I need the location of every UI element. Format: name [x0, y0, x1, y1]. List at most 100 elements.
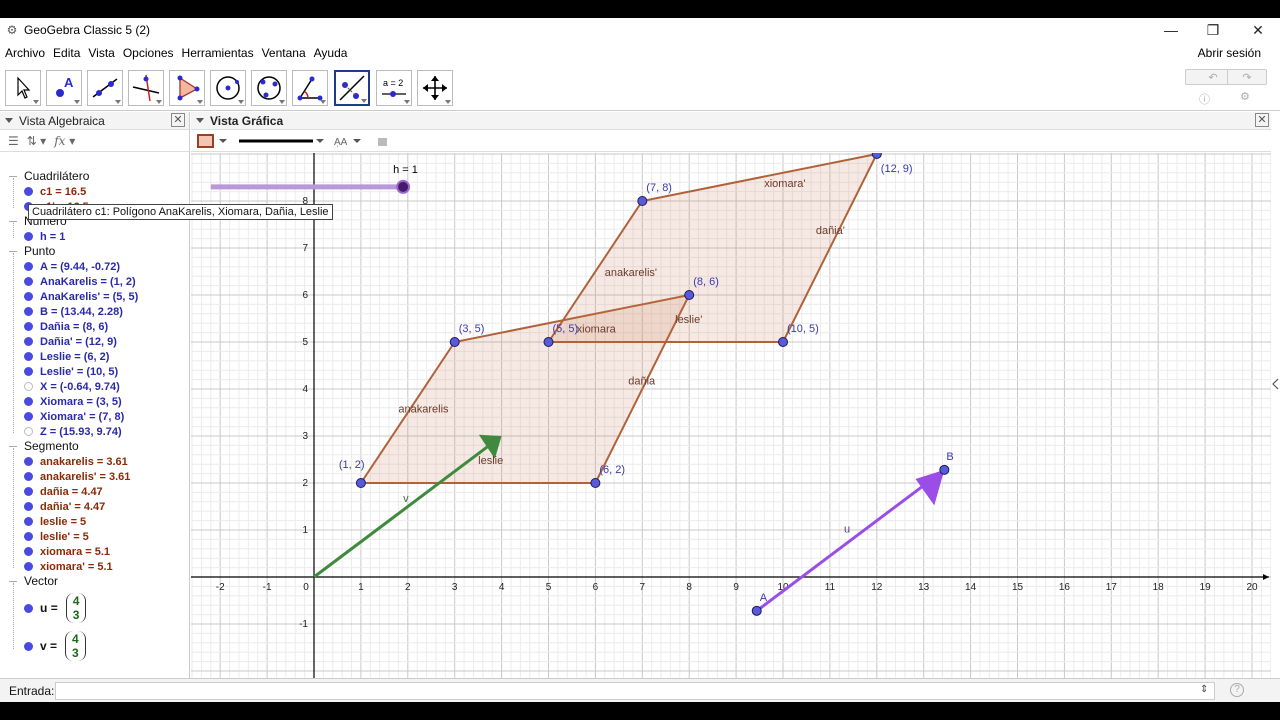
visibility-toggle[interactable]	[24, 641, 33, 651]
point[interactable]	[939, 464, 950, 475]
visibility-toggle[interactable]	[24, 517, 33, 526]
visibility-toggle[interactable]	[24, 337, 33, 346]
point[interactable]	[449, 337, 460, 347]
algebra-item[interactable]: A = (9.44, -0.72)	[24, 259, 120, 274]
reflect-tool-button[interactable]	[334, 70, 370, 106]
visibility-toggle[interactable]	[24, 322, 33, 331]
point-tool-button[interactable]: A	[46, 70, 82, 106]
menu-archivo[interactable]: Archivo	[0, 46, 48, 60]
algebra-item[interactable]: anakarelis' = 3.61	[24, 469, 130, 484]
point[interactable]	[751, 605, 762, 616]
algebra-item[interactable]: Dañia' = (12, 9)	[24, 334, 117, 349]
point[interactable]	[637, 196, 648, 206]
move-tool-button[interactable]	[5, 70, 41, 106]
lock-icon[interactable]	[378, 138, 387, 146]
algebra-item[interactable]: xiomara' = 5.1	[24, 559, 113, 574]
group-quad[interactable]: Cuadrilátero	[24, 169, 89, 183]
chevron-down-icon[interactable]	[353, 139, 361, 143]
visibility-toggle[interactable]	[24, 427, 33, 436]
input-field[interactable]	[55, 682, 1215, 700]
visibility-toggle[interactable]	[24, 547, 33, 556]
menu-vista[interactable]: Vista	[83, 46, 117, 60]
visibility-toggle[interactable]	[24, 187, 33, 196]
visibility-toggle[interactable]	[24, 532, 33, 541]
signin-link[interactable]: Abrir sesión	[1193, 46, 1264, 60]
algebra-item[interactable]: leslie = 5	[24, 514, 86, 529]
visibility-toggle[interactable]	[24, 352, 33, 361]
algebra-item[interactable]: anakarelis = 3.61	[24, 454, 128, 469]
visibility-toggle[interactable]	[24, 562, 33, 571]
visibility-toggle[interactable]	[24, 472, 33, 481]
perpendicular-tool-button[interactable]	[128, 70, 164, 106]
group-segment[interactable]: Segmento	[24, 439, 79, 453]
visibility-toggle[interactable]	[24, 292, 33, 301]
menu-ventana[interactable]: Ventana	[257, 46, 309, 60]
menu-opciones[interactable]: Opciones	[118, 46, 177, 60]
visibility-toggle[interactable]	[24, 603, 33, 613]
visibility-toggle[interactable]	[24, 382, 33, 391]
visibility-toggle[interactable]	[24, 457, 33, 466]
polygon-tool-button[interactable]	[169, 70, 205, 106]
input-spinner-icon[interactable]: ⇕	[1200, 684, 1208, 695]
menu-ayuda[interactable]: Ayuda	[309, 46, 351, 60]
collapse-triangle-icon[interactable]	[196, 118, 204, 123]
visibility-toggle[interactable]	[24, 277, 33, 286]
algebra-item[interactable]: Z = (15.93, 9.74)	[24, 424, 122, 439]
close-window-button[interactable]: ✕	[1236, 18, 1280, 42]
minimize-button[interactable]: —	[1149, 18, 1193, 42]
visibility-toggle[interactable]	[24, 412, 33, 421]
algebra-item[interactable]: Xiomara = (3, 5)	[24, 394, 122, 409]
group-point[interactable]: Punto	[24, 244, 55, 258]
algebra-item[interactable]: B = (13.44, 2.28)	[24, 304, 123, 319]
algebra-item[interactable]: leslie' = 5	[24, 529, 89, 544]
algebra-item[interactable]: X = (-0.64, 9.74)	[24, 379, 120, 394]
chevron-down-icon[interactable]	[316, 139, 324, 143]
point[interactable]	[871, 153, 882, 159]
group-vector[interactable]: Vector	[24, 574, 58, 588]
help-icon[interactable]: ⓘ	[1199, 91, 1210, 107]
point[interactable]	[590, 478, 601, 488]
menu-herramientas[interactable]: Herramientas	[177, 46, 257, 60]
algebra-item[interactable]: c1 = 16.5	[24, 184, 86, 199]
point[interactable]	[355, 478, 366, 488]
graphics-canvas[interactable]: -2 -1 0 1 2 3 4 5 6 7 8 9 10 11 12 13 14 15 16 17 18 19 20-112…	[191, 153, 1271, 688]
algebra-item[interactable]: Leslie = (6, 2)	[24, 349, 109, 364]
algebra-item[interactable]: AnaKarelis' = (5, 5)	[24, 289, 138, 304]
algebra-item[interactable]: h = 1	[24, 229, 65, 244]
vector-item-u[interactable]: u = 4 3	[24, 593, 87, 623]
algebra-item[interactable]: xiomara = 5.1	[24, 544, 110, 559]
line-tool-button[interactable]	[87, 70, 123, 106]
algebra-item[interactable]: Leslie' = (10, 5)	[24, 364, 118, 379]
visibility-toggle[interactable]	[24, 397, 33, 406]
point[interactable]	[684, 290, 695, 300]
algebra-item[interactable]: dañia' = 4.47	[24, 499, 105, 514]
slider-tool-button[interactable]: a = 2	[376, 70, 412, 106]
algebra-item[interactable]: Xiomara' = (7, 8)	[24, 409, 124, 424]
visibility-toggle[interactable]	[24, 307, 33, 316]
menu-lines-icon[interactable]: ☰	[8, 134, 19, 148]
visibility-toggle[interactable]	[24, 367, 33, 376]
color-swatch-icon[interactable]	[197, 134, 214, 148]
visibility-toggle[interactable]	[24, 232, 33, 241]
algebra-item[interactable]: Dañia = (8, 6)	[24, 319, 108, 334]
visibility-toggle[interactable]	[24, 502, 33, 511]
angle-tool-button[interactable]	[292, 70, 328, 106]
circle-tool-button[interactable]	[210, 70, 246, 106]
label-style-icon[interactable]: A᷂A	[334, 137, 348, 148]
maximize-button[interactable]: ❐	[1191, 18, 1235, 42]
conic-tool-button[interactable]	[251, 70, 287, 106]
move-graphics-tool-button[interactable]	[417, 70, 453, 106]
close-algebra-view-button[interactable]: ✕	[171, 113, 185, 127]
collapse-side-arrow-icon[interactable]	[1272, 378, 1280, 390]
visibility-toggle[interactable]	[24, 487, 33, 496]
point[interactable]	[543, 337, 554, 347]
visibility-toggle[interactable]	[24, 262, 33, 271]
slider-h-knob[interactable]	[396, 179, 411, 194]
algebra-item[interactable]: dañia = 4.47	[24, 484, 103, 499]
sort-icon[interactable]: ⇅ ▾	[27, 134, 46, 148]
menu-edita[interactable]: Edita	[48, 46, 83, 60]
fx-icon[interactable]: 𝑓x ▾	[54, 134, 75, 148]
collapse-triangle-icon[interactable]	[5, 118, 13, 123]
point[interactable]	[778, 337, 788, 347]
redo-button[interactable]: ↷	[1227, 69, 1267, 85]
